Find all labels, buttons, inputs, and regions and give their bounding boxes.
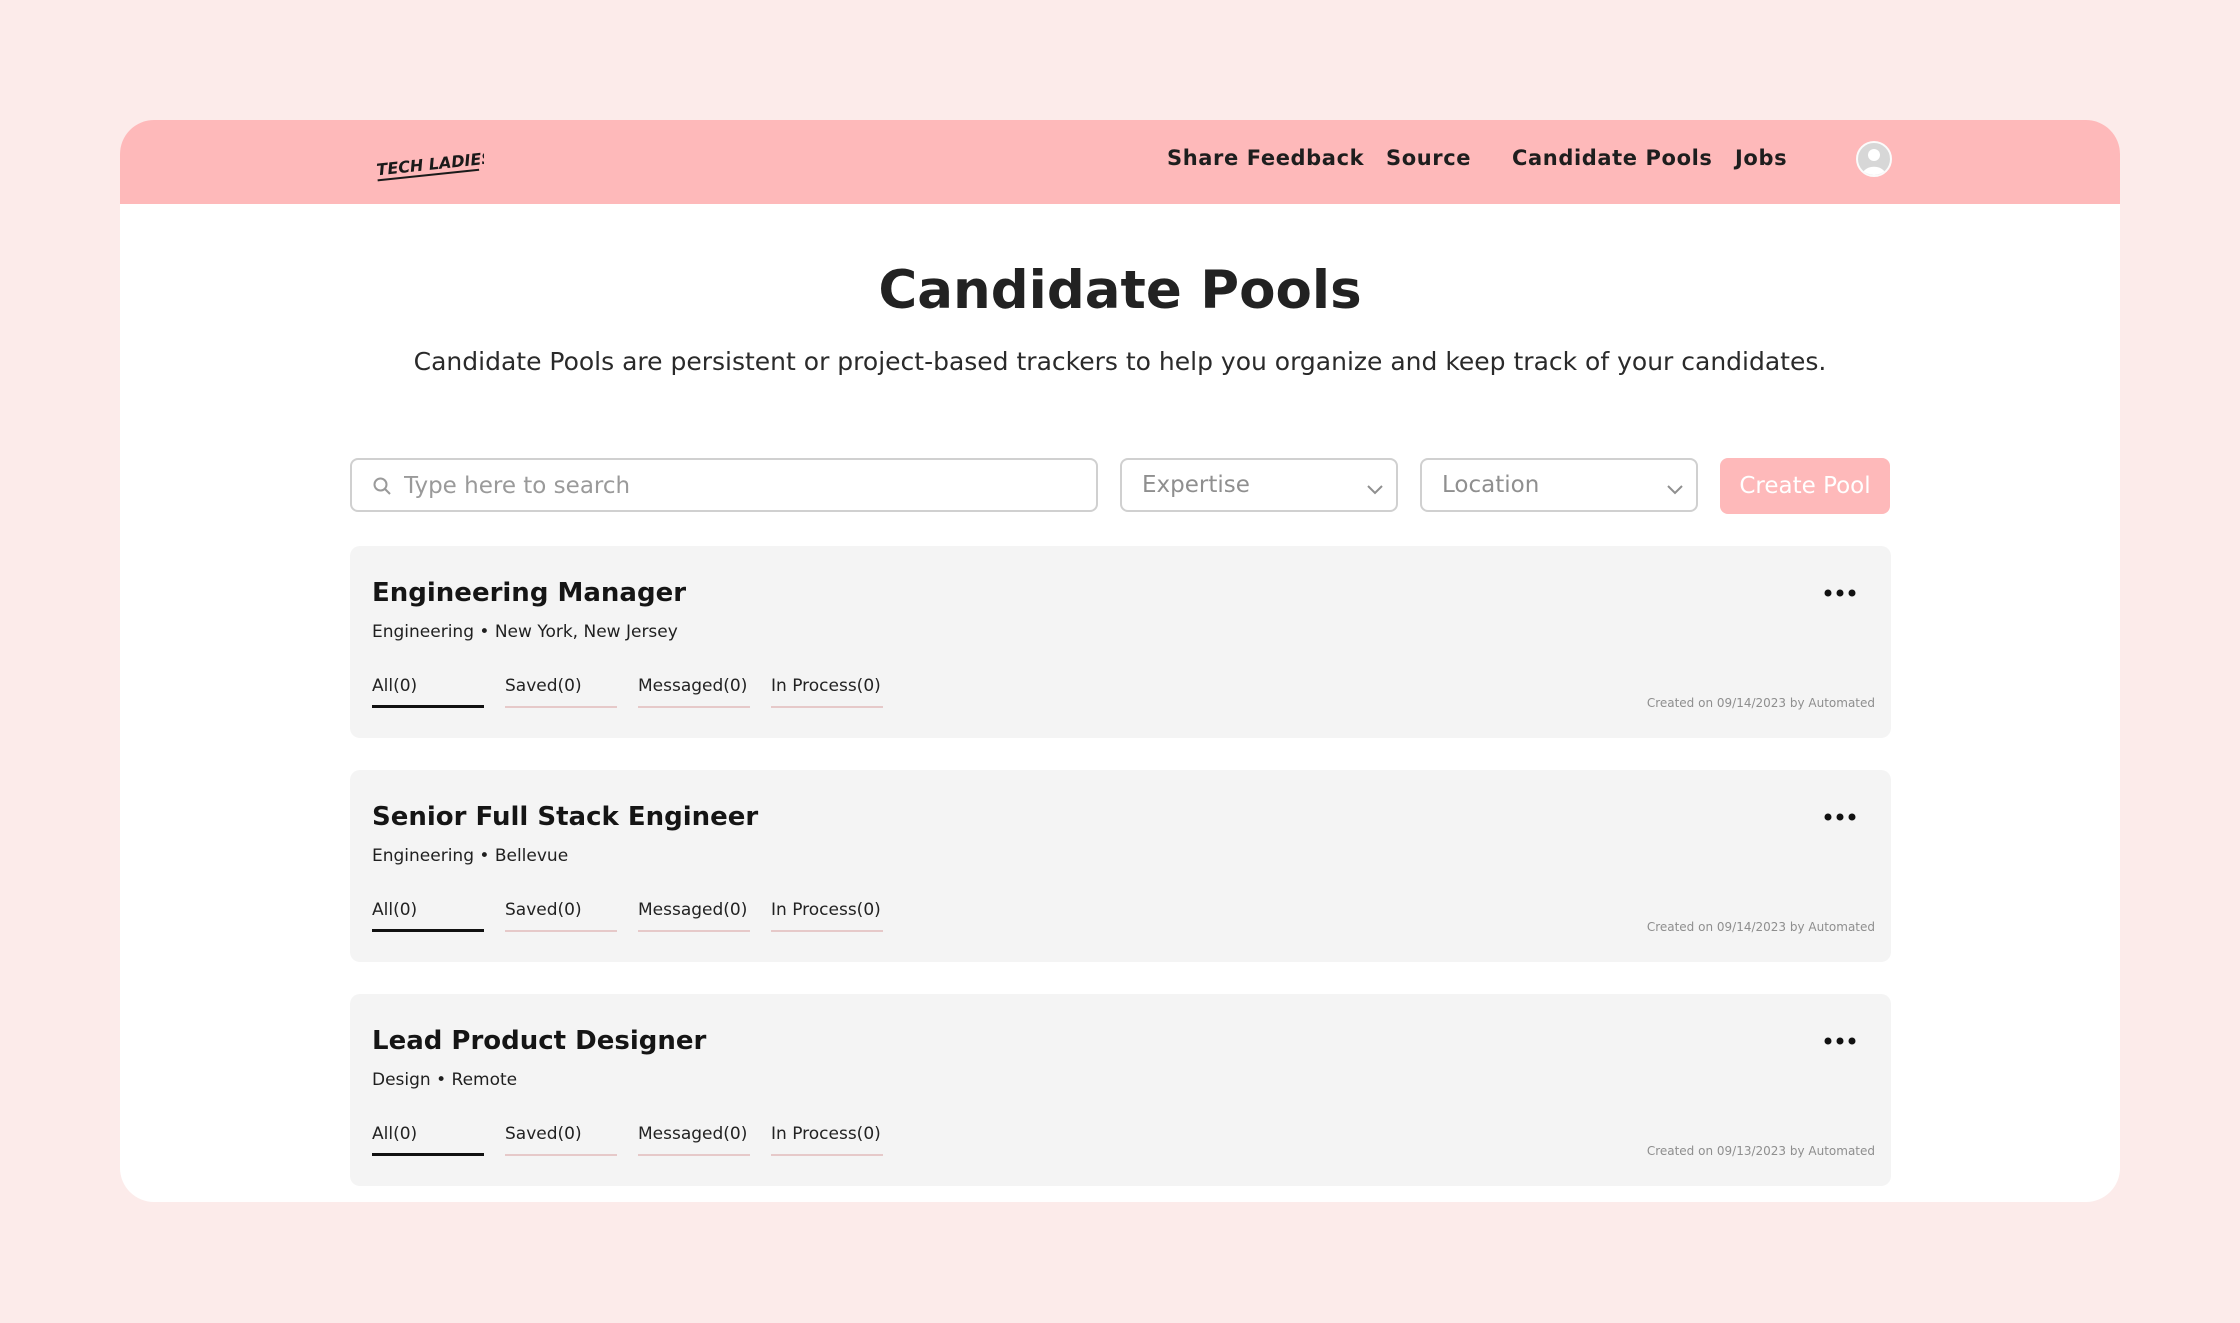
more-horizontal-icon[interactable]: [1820, 584, 1860, 602]
search-input[interactable]: [402, 468, 1076, 504]
tab-saved[interactable]: Saved(0): [505, 900, 617, 932]
pool-card-lead-product-designer[interactable]: Lead Product Designer Design • Remote Al…: [350, 994, 1891, 1186]
pool-title[interactable]: Lead Product Designer: [372, 1026, 706, 1056]
expertise-dropdown[interactable]: Expertise: [1120, 458, 1398, 512]
nav-candidate-pools[interactable]: Candidate Pools: [1512, 146, 1713, 170]
tab-messaged[interactable]: Messaged(0): [638, 676, 750, 708]
pool-title[interactable]: Senior Full Stack Engineer: [372, 802, 758, 832]
tab-all[interactable]: All(0): [372, 900, 484, 932]
location-dropdown[interactable]: Location: [1420, 458, 1698, 512]
nav-source[interactable]: Source: [1386, 146, 1471, 170]
tab-in-process[interactable]: In Process(0): [771, 900, 883, 932]
created-info: Created on 09/14/2023 by Automated: [1646, 696, 1875, 710]
tech-ladies-logo[interactable]: TECH LADIES: [372, 140, 484, 184]
tab-in-process[interactable]: In Process(0): [771, 1124, 883, 1156]
page-subtitle: Candidate Pools are persistent or projec…: [413, 347, 1827, 376]
page-title: Candidate Pools: [878, 260, 1362, 321]
pool-meta: Engineering • New York, New Jersey: [372, 622, 678, 642]
pool-meta: Engineering • Bellevue: [372, 846, 569, 866]
create-pool-button[interactable]: Create Pool: [1720, 458, 1890, 514]
pool-title[interactable]: Engineering Manager: [372, 578, 686, 608]
chevron-down-icon: [1366, 480, 1384, 499]
expertise-label: Expertise: [1142, 472, 1250, 498]
location-label: Location: [1442, 472, 1540, 498]
search-icon: [372, 476, 392, 500]
tab-in-process[interactable]: In Process(0): [771, 676, 883, 708]
tab-saved[interactable]: Saved(0): [505, 1124, 617, 1156]
user-avatar-icon[interactable]: [1856, 141, 1892, 177]
nav-jobs[interactable]: Jobs: [1735, 146, 1787, 170]
created-info: Created on 09/14/2023 by Automated: [1646, 920, 1875, 934]
tab-all[interactable]: All(0): [372, 1124, 484, 1156]
top-navbar: TECH LADIES Share Feedback Source Candid…: [120, 120, 2120, 204]
tab-messaged[interactable]: Messaged(0): [638, 900, 750, 932]
nav-share-feedback[interactable]: Share Feedback: [1167, 146, 1364, 170]
more-horizontal-icon[interactable]: [1820, 808, 1860, 826]
search-box[interactable]: [350, 458, 1098, 512]
created-info: Created on 09/13/2023 by Automated: [1646, 1144, 1875, 1158]
tab-messaged[interactable]: Messaged(0): [638, 1124, 750, 1156]
pool-meta: Design • Remote: [372, 1070, 518, 1090]
more-horizontal-icon[interactable]: [1820, 1032, 1860, 1050]
pool-card-engineering-manager[interactable]: Engineering Manager Engineering • New Yo…: [350, 546, 1891, 738]
tab-saved[interactable]: Saved(0): [505, 676, 617, 708]
chevron-down-icon: [1666, 480, 1684, 499]
pool-card-senior-full-stack-engineer[interactable]: Senior Full Stack Engineer Engineering •…: [350, 770, 1891, 962]
tab-all[interactable]: All(0): [372, 676, 484, 708]
app-window: TECH LADIES Share Feedback Source Candid…: [120, 120, 2120, 1202]
